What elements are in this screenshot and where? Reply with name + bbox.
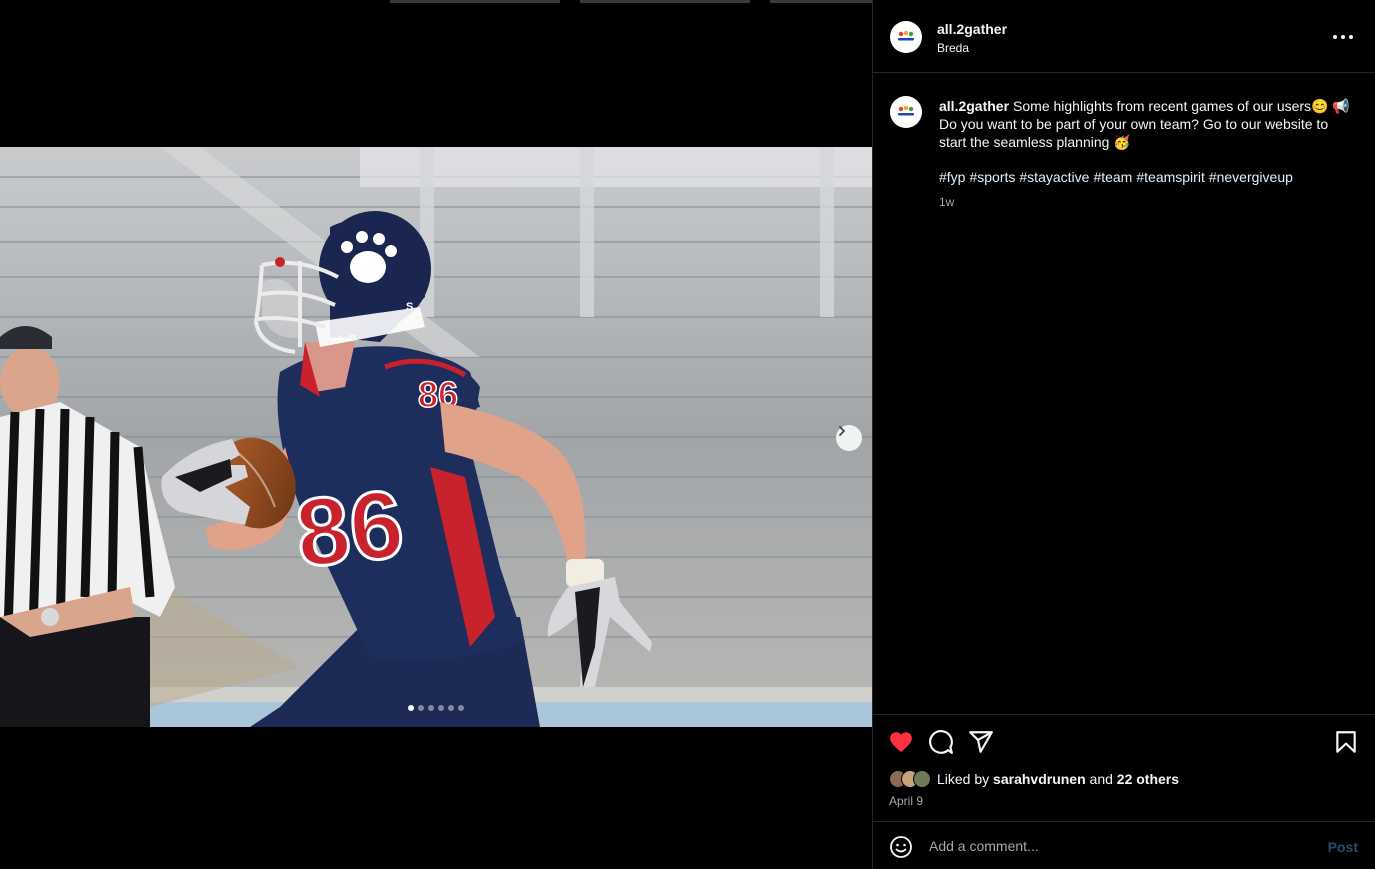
location-link[interactable]: Breda [937,41,969,55]
more-options-button[interactable] [1333,28,1353,46]
emoji-icon[interactable] [889,835,913,859]
carousel-dot [458,705,464,711]
brand-logo [895,104,917,120]
carousel-indicators [0,705,872,711]
hashtag-link[interactable]: #fyp [939,169,965,185]
caption-username[interactable]: all.2gather [939,98,1009,114]
hashtag-link[interactable]: #nevergiveup [1209,169,1293,185]
hashtag-list: #fyp #sports #stayactive #team #teamspirit #n… [939,169,1297,185]
post-actions: Liked by sarahvdrunen and 22 others Apri… [873,714,1375,821]
post-date[interactable]: April 9 [889,794,923,808]
next-slide-button[interactable] [836,425,862,451]
comment-input[interactable] [929,836,1309,856]
share-icon[interactable] [968,729,994,755]
jersey-number: 86 [291,470,408,588]
bookmark-icon[interactable] [1333,729,1359,755]
liked-by-and: and [1089,771,1113,787]
likes-summary: Liked by sarahvdrunen and 22 others [889,770,1179,788]
football-player-photo: 86 86 S schutt [0,147,872,727]
liked-by-prefix: Liked by [937,771,990,787]
post-caption: all.2gather Some highlights from recent g… [939,97,1359,151]
brand-logo [895,29,917,45]
liked-by-user[interactable]: sarahvdrunen [993,771,1086,787]
hashtag-link[interactable]: #teamspirit [1136,169,1204,185]
post-side-panel: all.2gather Breda all.2gather Some highli… [872,0,1375,869]
carousel-dot [448,705,454,711]
hashtag-link[interactable]: #sports [969,169,1015,185]
post-media: 86 86 S schutt [0,147,872,727]
avatar[interactable] [890,21,922,53]
svg-text:S: S [406,301,413,313]
post-comment-button[interactable]: Post [1328,839,1358,855]
hashtag-link[interactable]: #team [1093,169,1132,185]
carousel-dot [408,705,414,711]
carousel-dot [428,705,434,711]
caption-avatar[interactable] [890,96,922,128]
comment-icon[interactable] [928,729,954,755]
more-icon [1333,35,1337,39]
heart-icon[interactable] [888,729,914,755]
post-time-ago[interactable]: 1w [939,195,954,209]
liked-by-others[interactable]: 22 others [1117,771,1179,787]
post-header: all.2gather Breda [873,0,1375,73]
hashtag-link[interactable]: #stayactive [1019,169,1089,185]
header-username[interactable]: all.2gather [937,21,1007,37]
liker-avatars[interactable] [889,770,931,788]
carousel-dot [418,705,424,711]
comment-bar: Post [873,821,1375,869]
chevron-right-icon [839,426,845,436]
carousel-dot [438,705,444,711]
